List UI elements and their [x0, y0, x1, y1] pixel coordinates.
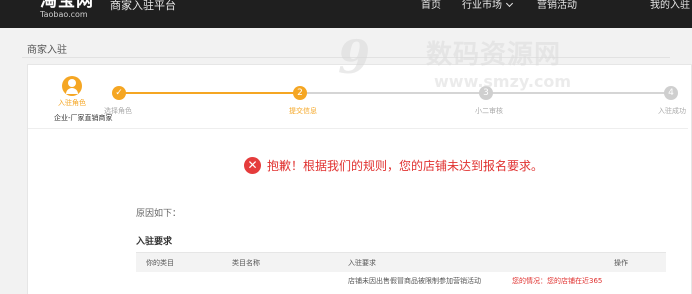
column-header: 操作 — [614, 259, 628, 267]
x-icon: ✕ — [244, 156, 261, 174]
step-4-label: 入驻成功 — [658, 107, 686, 115]
cell-your-status: 您的情况：您的店铺在近365 — [512, 277, 603, 285]
column-header: 你的类目 — [146, 259, 174, 267]
cell-requirement: 店铺未因出售假冒商品被限制参加营销活动 — [348, 277, 481, 285]
step-4-node: 4 — [664, 86, 678, 100]
progress-stepper: 入驻角色 企业-厂家直销商家 ✓ 选择角色 2 提交信息 3 小二审核 4 入驻… — [0, 0, 692, 130]
identity-role: 入驻角色 — [48, 76, 96, 108]
error-text: 抱歉！根据我们的规则，您的店铺未达到报名要求。 — [267, 158, 544, 173]
step-2-node: 2 — [293, 86, 307, 100]
step-progress-line-done — [120, 92, 300, 94]
step-3-label: 小二审核 — [475, 107, 503, 115]
requirements-title: 入驻要求 — [136, 237, 173, 247]
column-header: 入驻要求 — [348, 259, 376, 267]
step-1-checkmark-icon: ✓ — [112, 86, 126, 100]
identity-label: 入驻角色 — [58, 99, 86, 107]
table-row: 店铺未因出售假冒商品被限制参加营销活动 您的情况：您的店铺在近365 — [136, 272, 666, 294]
step-2-label: 提交信息 — [289, 107, 317, 115]
table-header: 你的类目 类目名称 入驻要求 操作 — [136, 252, 666, 272]
error-message: ✕ 抱歉！根据我们的规则，您的店铺未达到报名要求。 — [244, 156, 543, 174]
reason-label: 原因如下： — [136, 209, 182, 219]
column-header: 类目名称 — [232, 259, 260, 267]
user-icon — [62, 76, 82, 96]
step-3-node: 3 — [479, 86, 493, 100]
step-1-label: 选择角色 — [104, 107, 132, 115]
stepper-separator — [28, 128, 688, 129]
requirements-table: 你的类目 类目名称 入驻要求 操作 店铺未因出售假冒商品被限制参加营销活动 您的… — [136, 252, 666, 294]
